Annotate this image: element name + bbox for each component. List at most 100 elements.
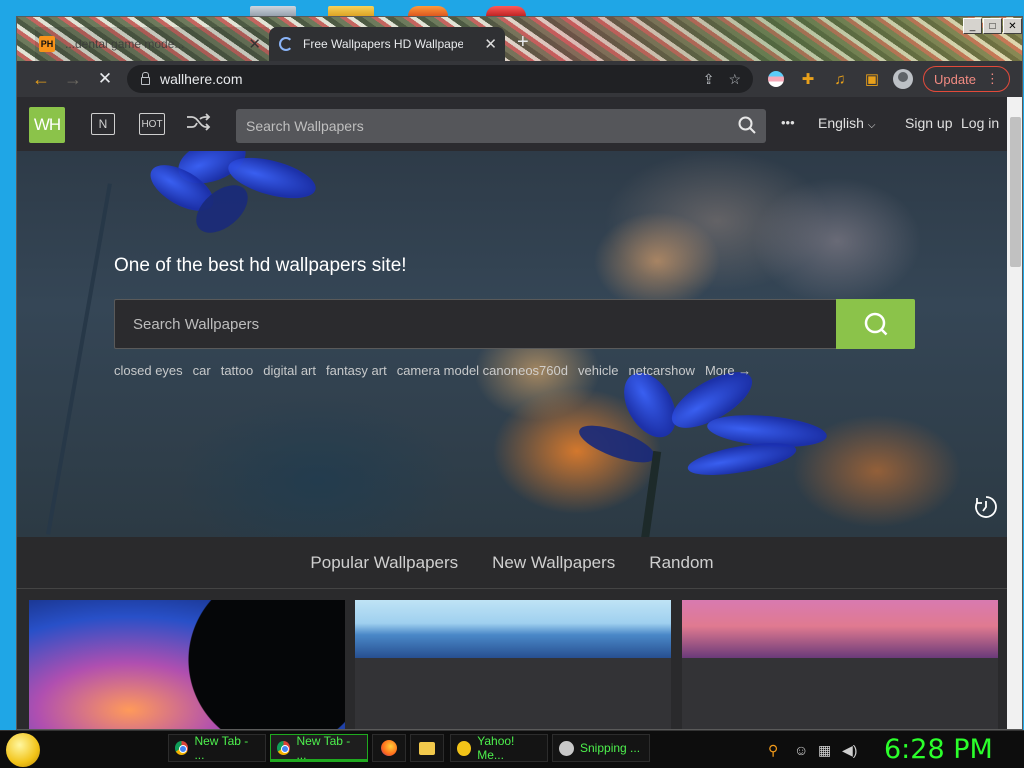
shuffle-icon[interactable] [185, 111, 211, 133]
minimize-button[interactable]: _ [963, 18, 982, 34]
profile-avatar[interactable] [893, 69, 913, 89]
history-icon[interactable] [974, 495, 998, 524]
wallpaper-image [682, 600, 998, 658]
task-label: New Tab - ... [194, 734, 249, 762]
smiley-start-icon [6, 733, 40, 767]
address-bar: ← → ✕ wallhere.com ⇪ ☆ ✚ ♫ ▣ Update ⋮ [17, 61, 1022, 97]
volume-tray-icon[interactable]: ◀) [842, 742, 857, 759]
extensions-puzzle-icon[interactable]: ✚ [797, 68, 819, 90]
network-tray-icon[interactable]: ▦ [818, 742, 831, 759]
browser-window: PH ...dental game mode... ✕ Free Wallpap… [16, 16, 1023, 730]
yahoo-messenger-icon [457, 740, 472, 756]
log-in-link[interactable]: Log in [961, 115, 999, 131]
hero-search-button[interactable] [836, 299, 915, 349]
folder-icon [419, 741, 435, 755]
maximize-button[interactable]: □ [983, 18, 1002, 34]
wallpaper-image [355, 600, 671, 658]
browser-tab-2[interactable]: Free Wallpapers HD Wallpapers ✕ [269, 27, 505, 61]
header-search-input[interactable]: Search Wallpapers [236, 109, 766, 143]
extension-flag-icon[interactable] [765, 68, 787, 90]
tab-title: Free Wallpapers HD Wallpapers [303, 37, 463, 51]
search-icon [864, 312, 887, 336]
side-panel-icon[interactable]: ▣ [861, 68, 883, 90]
hero-title: One of the best hd wallpapers site! [114, 255, 407, 276]
lock-icon [141, 72, 150, 85]
language-label: English [818, 115, 864, 131]
scrollbar-thumb[interactable] [1010, 117, 1021, 267]
task-label: Snipping ... [580, 741, 641, 755]
more-tags-link[interactable]: More → [705, 363, 751, 378]
site-logo[interactable]: WH [29, 107, 65, 143]
close-window-button[interactable]: ✕ [1003, 18, 1022, 34]
hero-search-placeholder: Search Wallpapers [133, 315, 260, 333]
tag-link[interactable]: netcarshow [628, 363, 694, 378]
tab-popular-wallpapers[interactable]: Popular Wallpapers [310, 553, 458, 573]
url-text: wallhere.com [160, 71, 243, 87]
taskbar-item-snipping-tool[interactable]: Snipping ... [552, 734, 650, 762]
section-tabs: Popular Wallpapers New Wallpapers Random [17, 537, 1007, 589]
back-button[interactable]: ← [27, 65, 55, 93]
update-button[interactable]: Update ⋮ [923, 66, 1010, 92]
chevron-down-icon: ⌵ [867, 120, 876, 131]
taskbar-item-explorer[interactable] [410, 734, 444, 762]
ph-favicon-icon: PH [39, 36, 55, 52]
tag-link[interactable]: tattoo [221, 363, 254, 378]
title-bar[interactable]: PH ...dental game mode... ✕ Free Wallpap… [17, 17, 1022, 61]
stop-loading-button[interactable]: ✕ [91, 65, 119, 93]
site-header: WH N HOT Search Wallpapers ••• English ⌵… [17, 97, 1007, 151]
search-icon[interactable] [738, 116, 756, 137]
close-icon[interactable]: ✕ [484, 35, 497, 53]
task-label: Yahoo! Me... [477, 734, 515, 762]
menu-kebab-icon[interactable]: ⋮ [986, 71, 999, 87]
wallpaper-grid [17, 590, 1007, 729]
status-tray-icon[interactable]: ☺ [794, 742, 808, 758]
hero-banner: One of the best hd wallpapers site! Sear… [17, 151, 1007, 537]
loading-spinner-icon [279, 37, 293, 51]
hot-wallpapers-icon[interactable]: HOT [139, 113, 165, 135]
search-tray-icon[interactable]: ⚲ [768, 742, 778, 759]
bookmark-star-icon[interactable]: ☆ [728, 71, 741, 88]
taskbar-item-chrome-2[interactable]: New Tab - ... [270, 734, 368, 762]
wallpaper-thumbnail[interactable] [29, 600, 345, 729]
wallpaper-thumbnail[interactable] [682, 600, 998, 729]
media-control-icon[interactable]: ♫ [829, 68, 851, 90]
forward-button[interactable]: → [59, 65, 87, 93]
url-field[interactable]: wallhere.com ⇪ ☆ [127, 65, 753, 93]
tag-link[interactable]: closed eyes [114, 363, 183, 378]
tab-random[interactable]: Random [649, 553, 713, 573]
web-page: WH N HOT Search Wallpapers ••• English ⌵… [17, 97, 1007, 729]
taskbar-item-yahoo-messenger[interactable]: Yahoo! Me... [450, 734, 548, 762]
share-icon[interactable]: ⇪ [703, 71, 715, 88]
tag-link[interactable]: vehicle [578, 363, 618, 378]
update-label: Update [934, 71, 976, 87]
chrome-icon [277, 741, 291, 755]
language-selector[interactable]: English ⌵ [818, 115, 875, 131]
new-tab-button[interactable]: + [517, 31, 529, 54]
tag-link[interactable]: car [193, 363, 211, 378]
hero-flower-petal [685, 436, 799, 482]
hero-search-input[interactable]: Search Wallpapers [114, 299, 836, 349]
hero-flower-stem [640, 450, 662, 537]
tab-title: ...dental game mode... [65, 37, 185, 51]
chrome-icon [175, 741, 189, 755]
tag-link[interactable]: digital art [263, 363, 316, 378]
new-wallpapers-icon[interactable]: N [91, 113, 115, 135]
tag-link[interactable]: camera model canoneos760d [397, 363, 568, 378]
close-icon[interactable]: ✕ [248, 35, 261, 53]
taskbar-clock[interactable]: 6:28 PM [884, 734, 993, 765]
wallpaper-thumbnail[interactable] [355, 600, 671, 729]
header-search-placeholder: Search Wallpapers [246, 118, 364, 134]
browser-tab-1[interactable]: PH ...dental game mode... ✕ [35, 27, 269, 61]
taskbar-item-firefox[interactable] [372, 734, 406, 762]
hero-flower-stem [46, 183, 112, 535]
popular-tags: closed eyes car tattoo digital art fanta… [114, 363, 751, 378]
sign-up-link[interactable]: Sign up [905, 115, 952, 131]
firefox-icon [381, 740, 397, 756]
task-label: New Tab - ... [296, 734, 351, 762]
more-menu-icon[interactable]: ••• [781, 115, 795, 130]
tag-link[interactable]: fantasy art [326, 363, 387, 378]
taskbar-item-chrome-1[interactable]: New Tab - ... [168, 734, 266, 762]
tab-new-wallpapers[interactable]: New Wallpapers [492, 553, 615, 573]
start-button[interactable] [6, 733, 48, 767]
snipping-tool-icon [559, 740, 574, 756]
